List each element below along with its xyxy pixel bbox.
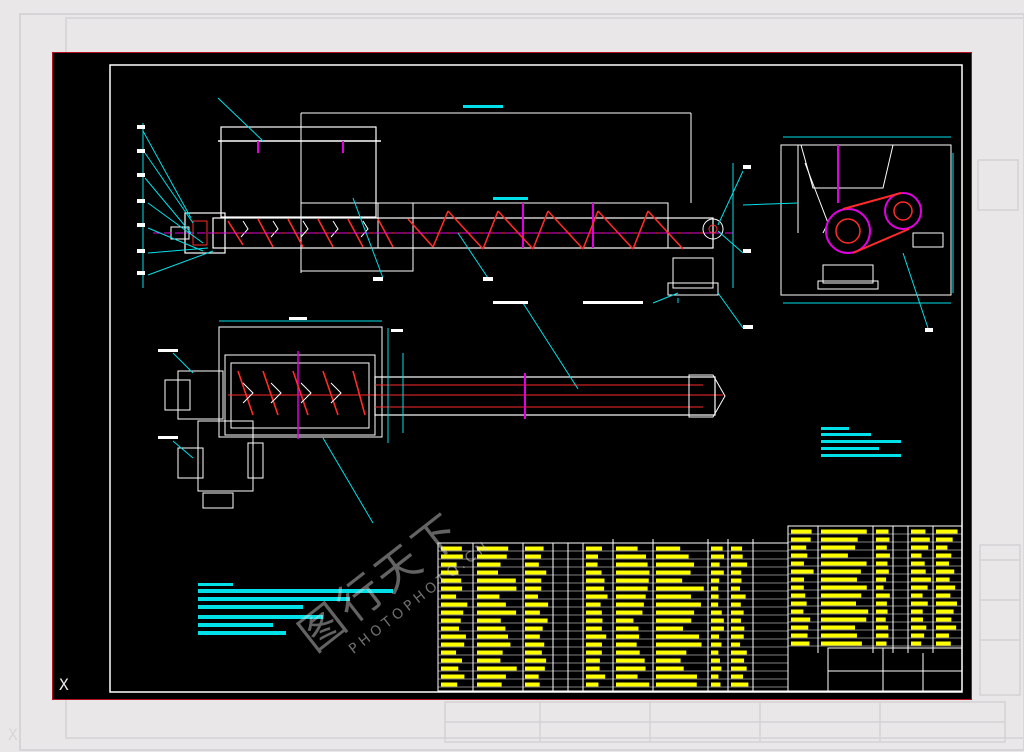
conveyor-side-view (742, 136, 954, 332)
ucs-icon: X (59, 675, 69, 694)
conveyor-elevation-view (137, 97, 753, 329)
parts-list-table (437, 525, 963, 692)
svg-text:X: X (8, 725, 18, 744)
conveyor-plan-view (158, 301, 726, 524)
cad-drawing (109, 64, 963, 693)
cad-sheet: 图行天下 PHOTOPHOTO.CN X (52, 52, 972, 700)
